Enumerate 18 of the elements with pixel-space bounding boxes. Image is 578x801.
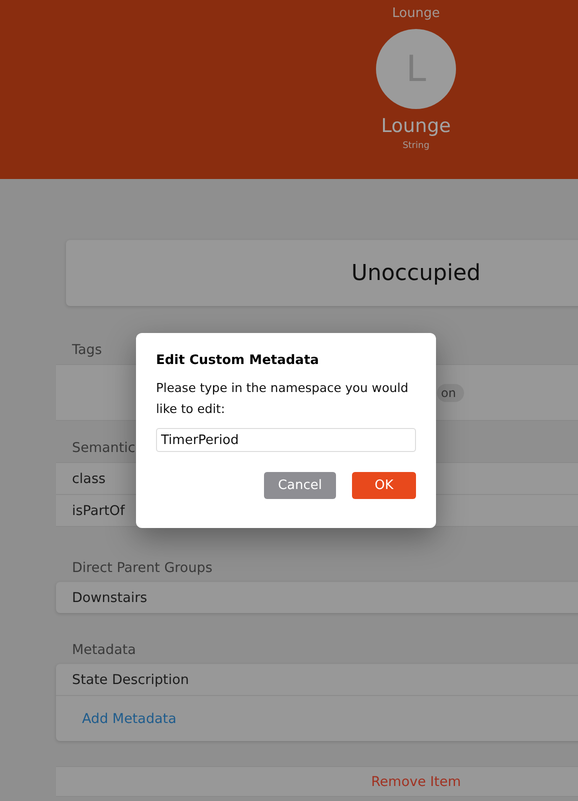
state-card: Unoccupied [66, 240, 578, 306]
tag-chip: on [437, 384, 464, 402]
item-title: Lounge [381, 115, 451, 137]
ok-button[interactable]: OK [352, 472, 416, 499]
dialog-title: Edit Custom Metadata [156, 353, 320, 368]
list-row[interactable]: Downstairs [56, 582, 578, 613]
section-heading: Direct Parent Groups [71, 560, 214, 576]
cancel-button[interactable]: Cancel [264, 472, 336, 499]
add-metadata-link[interactable]: Add Metadata [82, 710, 176, 726]
input-field[interactable]: TimerPeriod [156, 428, 416, 452]
item-type: String [402, 141, 430, 151]
dialog-message: Please type in the namespace you would like to edit: [156, 380, 410, 418]
remove-item-button[interactable]: Remove Item [56, 766, 578, 797]
section-heading: Tags [71, 342, 103, 358]
list-row[interactable]: State Description [56, 664, 578, 696]
breadcrumb-title: Lounge [392, 6, 440, 21]
section-heading: Metadata [71, 642, 137, 658]
section-heading: Semantic [71, 440, 136, 456]
